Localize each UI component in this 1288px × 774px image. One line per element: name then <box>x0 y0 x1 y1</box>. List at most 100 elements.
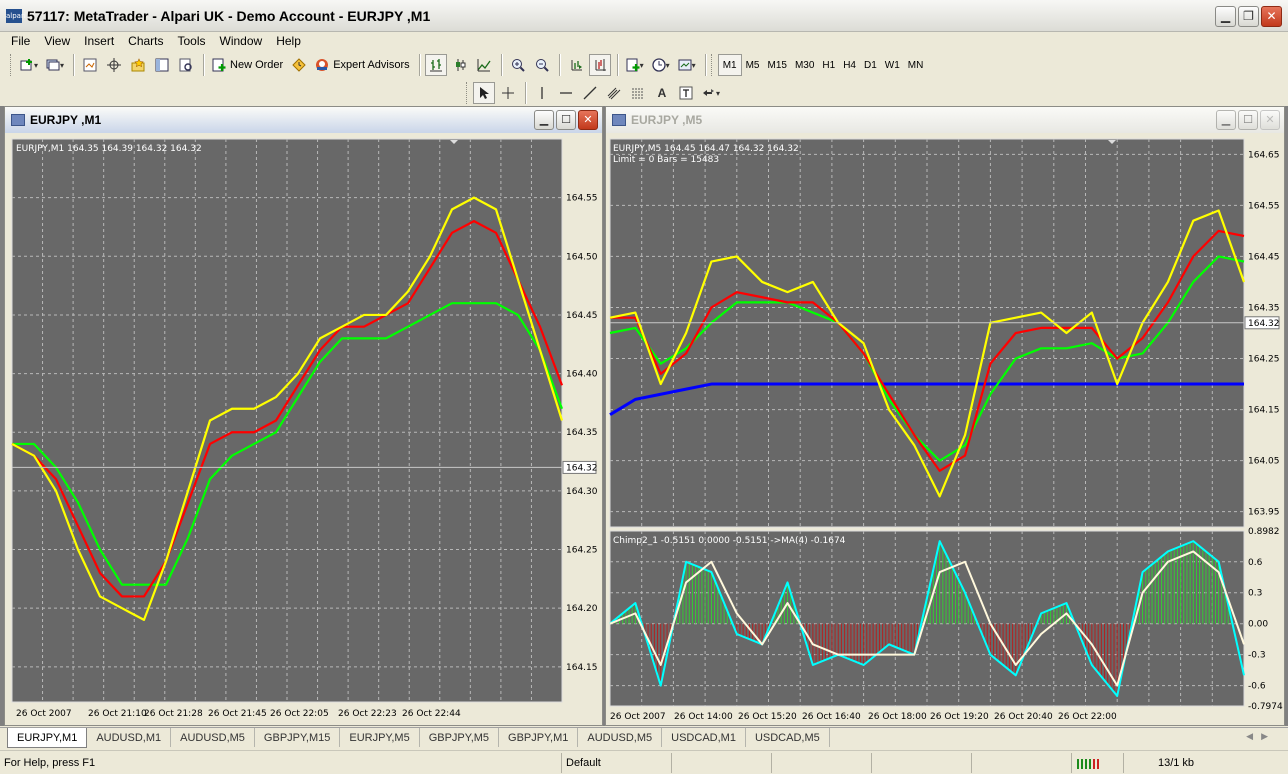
expert-advisors-button[interactable]: Expert Advisors <box>312 54 412 76</box>
price-axis-label: 164.15 <box>1248 406 1280 416</box>
chart-maximize-button[interactable]: ☐ <box>1238 110 1258 130</box>
chart-tab[interactable]: USDCAD,M5 <box>746 728 830 747</box>
chart-tab[interactable]: GBPJPY,M5 <box>420 728 500 747</box>
minimize-button[interactable]: ▁ <box>1215 6 1236 27</box>
periods-button[interactable]: ▾ <box>649 54 673 76</box>
menu-tools[interactable]: Tools <box>171 34 213 48</box>
chart-window-title-bar[interactable]: EURJPY ,M5 ▁ ☐ ✕ <box>606 107 1284 133</box>
window-controls: ▁ ❐ ✕ <box>1215 6 1282 27</box>
vertical-line-button[interactable] <box>531 82 553 104</box>
price-axis-label: 163.95 <box>1248 508 1280 518</box>
favorites-button[interactable] <box>127 54 149 76</box>
menu-view[interactable]: View <box>37 34 77 48</box>
indicator-info-label: Chimp2_1 -0.5151 0.0000 -0.5151 ->MA(4) … <box>613 536 846 546</box>
metaeditor-button[interactable] <box>288 54 310 76</box>
auto-scroll-button[interactable] <box>565 54 587 76</box>
expert-advisors-icon <box>316 59 329 71</box>
time-axis-label: 26 Oct 2007 <box>16 709 72 719</box>
indicator-axis-label: 0.6 <box>1248 558 1263 568</box>
status-traffic: 13/1 kb <box>1157 756 1195 769</box>
indicator-axis-label: 0.8982 <box>1248 527 1280 537</box>
text-button[interactable]: A <box>651 82 673 104</box>
templates-button[interactable]: ▾ <box>675 54 699 76</box>
indicator-axis-label: -0.6 <box>1248 682 1266 692</box>
new-order-icon <box>212 58 226 72</box>
candlestick-button[interactable] <box>449 54 471 76</box>
close-button[interactable]: ✕ <box>1261 6 1282 27</box>
menu-help[interactable]: Help <box>269 34 308 48</box>
restore-button[interactable]: ❐ <box>1238 6 1259 27</box>
star-folder-icon <box>131 58 145 72</box>
cursor-button[interactable] <box>473 82 495 104</box>
timeframe-h1[interactable]: H1 <box>818 54 839 76</box>
indicator-axis-label: -0.7974 <box>1248 702 1283 712</box>
chart-tab[interactable]: GBPJPY,M15 <box>255 728 341 747</box>
arrows-button[interactable]: ▾ <box>699 82 723 104</box>
chart-tab[interactable]: AUDUSD,M1 <box>87 728 172 747</box>
chart-minimize-button[interactable]: ▁ <box>534 110 554 130</box>
timeframe-m1[interactable]: M1 <box>717 54 742 76</box>
chart-window-title: EURJPY ,M5 <box>631 113 703 127</box>
fibonacci-button[interactable] <box>627 82 649 104</box>
trendline-button[interactable] <box>579 82 601 104</box>
chart-tab[interactable]: USDCAD,M1 <box>662 728 746 747</box>
price-chart-eurjpy-m5[interactable]: EURJPY,M5 164.45 164.47 164.32 164.32Lim… <box>607 134 1284 726</box>
chart-close-button[interactable]: ✕ <box>1260 110 1280 130</box>
price-axis-label: 164.55 <box>566 194 598 204</box>
chart-tab[interactable]: EURJPY,M1 <box>7 728 88 748</box>
timeframe-m15[interactable]: M15 <box>764 54 791 76</box>
chart-window-title-bar[interactable]: EURJPY ,M1 ▁ ☐ ✕ <box>5 107 602 133</box>
price-axis-label: 164.50 <box>566 252 598 262</box>
timeframe-d1[interactable]: D1 <box>860 54 881 76</box>
timeframe-h4[interactable]: H4 <box>839 54 860 76</box>
chart-minimize-button[interactable]: ▁ <box>1216 110 1236 130</box>
time-axis-label: 26 Oct 15:20 <box>738 712 797 722</box>
crosshair-icon <box>107 58 122 72</box>
zoom-in-icon <box>511 59 525 72</box>
chart-maximize-button[interactable]: ☐ <box>556 110 576 130</box>
time-axis-label: 26 Oct 21:45 <box>208 709 267 719</box>
chart-tab[interactable]: AUDUSD,M5 <box>171 728 255 747</box>
new-chart-button[interactable]: ▾ <box>17 54 41 76</box>
price-axis-label: 164.15 <box>566 663 598 673</box>
current-price-label: 164.32 <box>1248 319 1280 329</box>
profiles-icon <box>46 59 60 71</box>
bar-chart-button[interactable] <box>424 54 447 76</box>
line-studies-toolbar: A ▾ <box>466 79 766 107</box>
chart-tab[interactable]: GBPJPY,M1 <box>499 728 579 747</box>
menu-insert[interactable]: Insert <box>77 34 121 48</box>
chart-tab[interactable]: EURJPY,M5 <box>340 728 420 747</box>
timeframe-mn[interactable]: MN <box>904 54 928 76</box>
terminal-button[interactable] <box>151 54 173 76</box>
price-chart-eurjpy-m1[interactable]: EURJPY,M1 164.35 164.39 164.32 164.32 164… <box>6 134 602 726</box>
chart-shift-button[interactable] <box>588 54 611 76</box>
tab-scroll-arrows[interactable]: ◀▶ <box>1246 732 1276 742</box>
equidistant-channel-button[interactable] <box>603 82 625 104</box>
menu-bar: File View Insert Charts Tools Window Hel… <box>0 32 1288 50</box>
chart-window-eurjpy-m5[interactable]: EURJPY ,M5 ▁ ☐ ✕ EURJPY,M5 164.45 164.47… <box>605 106 1285 726</box>
chart-tab[interactable]: AUDUSD,M5 <box>578 728 663 747</box>
timeframe-m5[interactable]: M5 <box>742 54 764 76</box>
menu-file[interactable]: File <box>4 34 37 48</box>
menu-charts[interactable]: Charts <box>121 34 170 48</box>
horizontal-line-button[interactable] <box>555 82 577 104</box>
new-order-button[interactable]: New Order <box>209 54 286 76</box>
zoom-in-button[interactable] <box>507 54 529 76</box>
timeframe-m30[interactable]: M30 <box>791 54 818 76</box>
indicators-button[interactable]: ▾ <box>623 54 647 76</box>
strategy-tester-button[interactable] <box>175 54 197 76</box>
zoom-out-button[interactable] <box>531 54 553 76</box>
navigator-button[interactable] <box>103 54 125 76</box>
time-axis-label: 26 Oct 19:20 <box>930 712 989 722</box>
line-chart-button[interactable] <box>473 54 495 76</box>
text-label-button[interactable] <box>675 82 697 104</box>
chart-window-eurjpy-m1[interactable]: EURJPY ,M1 ▁ ☐ ✕ EURJPY,M1 164.35 164.39… <box>4 106 603 726</box>
toolbar-grip <box>10 54 13 76</box>
timeframe-w1[interactable]: W1 <box>881 54 904 76</box>
menu-window[interactable]: Window <box>213 34 270 48</box>
crosshair-button[interactable] <box>497 82 519 104</box>
price-axis-label: 164.30 <box>566 487 598 497</box>
chart-close-button[interactable]: ✕ <box>578 110 598 130</box>
profiles-button[interactable]: ▾ <box>43 54 67 76</box>
market-watch-button[interactable] <box>79 54 101 76</box>
